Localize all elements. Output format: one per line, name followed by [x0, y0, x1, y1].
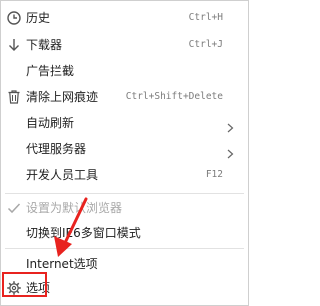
chevron-right-icon [227, 118, 234, 133]
menu-item-internet-options[interactable]: Internet选项 [1, 253, 248, 275]
trash-icon [6, 89, 22, 105]
menu-item-label: 历史 [26, 11, 51, 25]
menu-item-shortcut: Ctrl+J [188, 39, 223, 50]
menu-item-shortcut: Ctrl+H [188, 12, 223, 23]
context-menu: 历史 Ctrl+H 下载器 Ctrl+J 广告拦截 清除上网痕迹 Ctrl+Sh… [0, 0, 249, 306]
menu-separator [5, 193, 244, 194]
menu-item-label: Internet选项 [26, 257, 98, 271]
download-arrow-icon [6, 37, 22, 53]
menu-item-label: 代理服务器 [26, 142, 87, 156]
menu-item-auto-refresh[interactable]: 自动刷新 [1, 112, 248, 134]
menu-item-label: 设置为默认浏览器 [26, 201, 123, 215]
menu-item-label: 选项 [26, 281, 51, 295]
menu-item-label: 切换到IE6多窗口模式 [26, 226, 141, 240]
menu-separator [5, 248, 244, 249]
chevron-right-icon [227, 144, 234, 159]
menu-item-ad-block[interactable]: 广告拦截 [1, 60, 248, 82]
gear-icon [6, 280, 22, 296]
menu-item-label: 清除上网痕迹 [26, 90, 99, 104]
menu-item-options[interactable]: 选项 [1, 277, 248, 299]
menu-item-clear-history[interactable]: 清除上网痕迹 Ctrl+Shift+Delete [1, 86, 248, 108]
menu-item-switch-ie6-mode[interactable]: 切换到IE6多窗口模式 [1, 222, 248, 244]
menu-item-shortcut: F12 [205, 169, 223, 180]
menu-item-shortcut: Ctrl+Shift+Delete [125, 91, 223, 102]
menu-item-label: 开发人员工具 [26, 168, 99, 182]
menu-item-history[interactable]: 历史 Ctrl+H [1, 7, 248, 29]
menu-item-label: 自动刷新 [26, 116, 75, 130]
menu-item-developer-tools[interactable]: 开发人员工具 F12 [1, 164, 248, 186]
menu-item-proxy-server[interactable]: 代理服务器 [1, 138, 248, 160]
menu-item-label: 广告拦截 [26, 64, 75, 78]
menu-item-downloader[interactable]: 下载器 Ctrl+J [1, 34, 248, 56]
menu-item-label: 下载器 [26, 38, 63, 52]
menu-item-set-default-browser: 设置为默认浏览器 [1, 197, 248, 219]
history-clock-icon [6, 10, 22, 26]
checkmark-icon [6, 200, 22, 216]
